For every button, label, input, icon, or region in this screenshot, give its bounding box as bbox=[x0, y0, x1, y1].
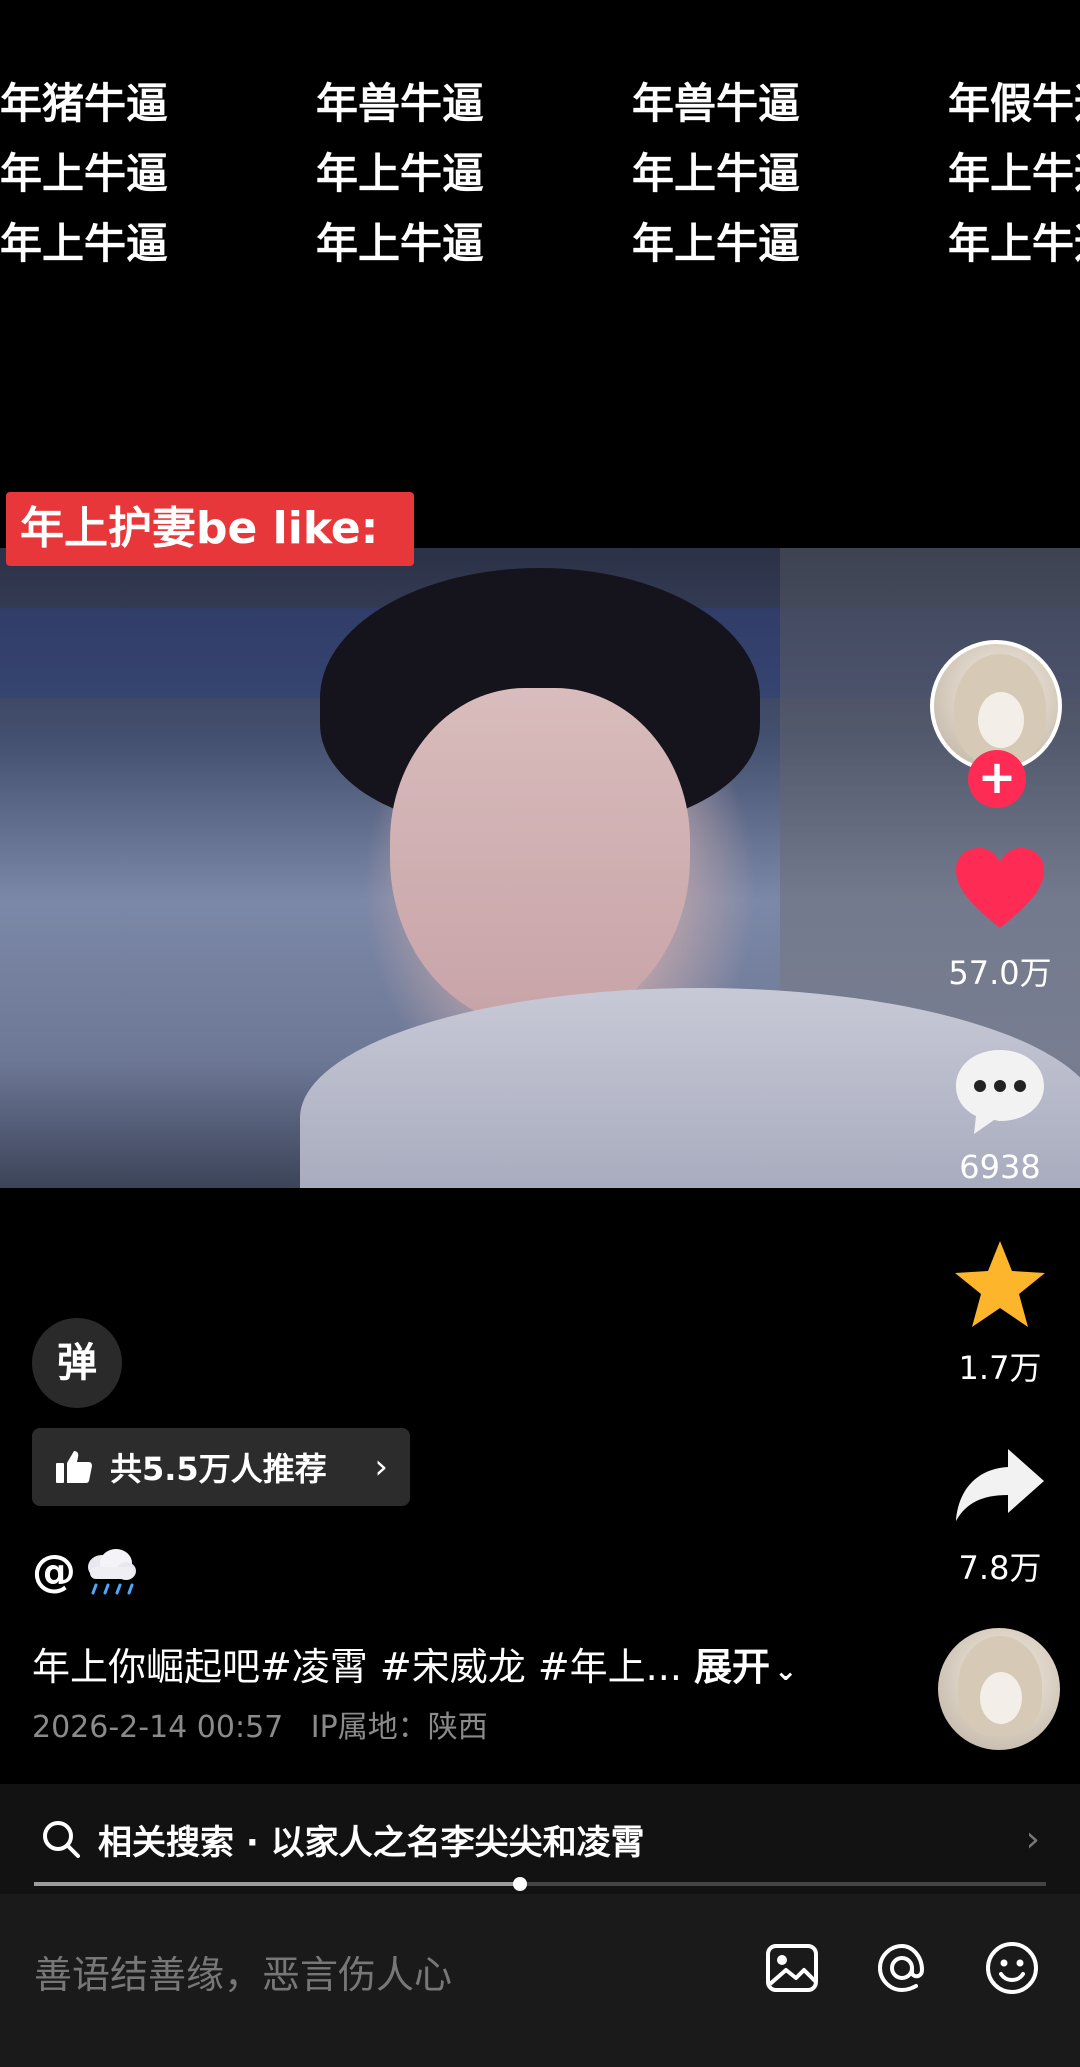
comment-input[interactable]: 善语结善缘，恶言伤人心 bbox=[34, 1944, 452, 1999]
search-icon bbox=[43, 1821, 80, 1858]
post-meta: 2026-2-14 00:57 IP属地：陕西 bbox=[32, 1702, 488, 1746]
music-disc[interactable] bbox=[938, 1628, 1060, 1750]
share-arrow-icon bbox=[956, 1449, 1044, 1521]
progress-handle[interactable] bbox=[512, 1877, 527, 1891]
star-icon bbox=[955, 1241, 1045, 1327]
playback-progress-bar[interactable] bbox=[34, 1877, 1046, 1891]
post-date: 2026-2-14 00:57 bbox=[32, 1710, 284, 1745]
danmaku-overlay: 年猪牛逼 年兽牛逼 年兽牛逼 年假牛逼 年上牛逼 年上牛逼 年上牛逼 年上牛逼 … bbox=[0, 60, 1080, 280]
chevron-right-icon: › bbox=[374, 1447, 388, 1487]
avatar-face bbox=[978, 692, 1024, 748]
danmaku-comment: 年上牛逼 bbox=[632, 219, 801, 268]
share-button[interactable]: 7.8万 bbox=[930, 1435, 1070, 1589]
share-count: 7.8万 bbox=[958, 1549, 1042, 1587]
author-prefix: @ bbox=[32, 1545, 76, 1597]
related-search-label: 相关搜索 · 以家人之名李尖尖和凌霄 bbox=[98, 1822, 645, 1863]
recommend-label: 共5.5万人推荐 bbox=[110, 1450, 327, 1488]
video-player[interactable] bbox=[0, 548, 1080, 1188]
recommend-chip[interactable]: 共5.5万人推荐 › bbox=[32, 1428, 410, 1506]
chevron-down-icon: ⌄ bbox=[774, 1654, 798, 1687]
comment-icon bbox=[956, 1050, 1044, 1134]
danmaku-row: 年上牛逼 年上牛逼 年上牛逼 年上牛逼 bbox=[0, 140, 1080, 210]
danmaku-toggle-button[interactable]: 弹 bbox=[32, 1318, 122, 1408]
at-mention-icon[interactable] bbox=[872, 1938, 932, 1998]
author-handle[interactable]: @ bbox=[32, 1545, 140, 1597]
comment-input-bar: 善语结善缘，恶言伤人心 bbox=[0, 1894, 1080, 2067]
description-text: 年上你崛起吧#凌霄 #宋威龙 #年上... bbox=[32, 1645, 682, 1689]
danmaku-comment: 年兽牛逼 bbox=[632, 79, 801, 128]
video-subject-face bbox=[390, 688, 690, 1028]
related-search-bar[interactable]: 相关搜索 · 以家人之名李尖尖和凌霄 › bbox=[0, 1784, 1080, 1894]
danmaku-row: 年上牛逼 年上牛逼 年上牛逼 年上牛逼 bbox=[0, 210, 1080, 280]
progress-fill bbox=[34, 1882, 520, 1886]
expand-label: 展开 bbox=[694, 1645, 771, 1689]
danmaku-comment: 年假牛逼 bbox=[948, 79, 1080, 128]
favorite-button[interactable]: 1.7万 bbox=[930, 1235, 1070, 1389]
rain-cloud-icon bbox=[88, 1549, 136, 1595]
expand-button[interactable]: 展开 ⌄ bbox=[694, 1645, 797, 1689]
danmaku-comment: 年上牛逼 bbox=[632, 149, 801, 198]
like-button[interactable]: 57.0万 bbox=[930, 840, 1070, 994]
post-description: 年上你崛起吧#凌霄 #宋威龙 #年上... 展开 ⌄ bbox=[32, 1636, 798, 1691]
danmaku-comment: 年上牛逼 bbox=[0, 149, 169, 198]
thumbs-up-icon bbox=[56, 1451, 92, 1483]
danmaku-comment: 年上牛逼 bbox=[316, 149, 485, 198]
danmaku-comment: 年上牛逼 bbox=[948, 219, 1080, 268]
favorite-count: 1.7万 bbox=[958, 1349, 1042, 1387]
comment-button[interactable]: 6938 bbox=[930, 1040, 1070, 1186]
comment-count: 6938 bbox=[959, 1148, 1041, 1186]
danmaku-comment: 年猪牛逼 bbox=[0, 79, 169, 128]
ip-location: IP属地：陕西 bbox=[310, 1710, 488, 1745]
danmaku-row: 年猪牛逼 年兽牛逼 年兽牛逼 年假牛逼 bbox=[0, 70, 1080, 140]
like-count: 57.0万 bbox=[948, 954, 1052, 992]
image-icon[interactable] bbox=[762, 1938, 822, 1998]
danmaku-comment: 年上牛逼 bbox=[948, 149, 1080, 198]
video-caption-tag: 年上护妻be like: bbox=[6, 492, 414, 566]
disc-art-face bbox=[980, 1672, 1022, 1724]
chevron-right-icon: › bbox=[1025, 1818, 1040, 1860]
heart-icon bbox=[956, 848, 1044, 928]
emoji-icon[interactable] bbox=[982, 1938, 1042, 1998]
follow-button[interactable]: + bbox=[968, 750, 1026, 808]
danmaku-comment: 年上牛逼 bbox=[0, 219, 169, 268]
danmaku-comment: 年兽牛逼 bbox=[316, 79, 485, 128]
danmaku-comment: 年上牛逼 bbox=[316, 219, 485, 268]
